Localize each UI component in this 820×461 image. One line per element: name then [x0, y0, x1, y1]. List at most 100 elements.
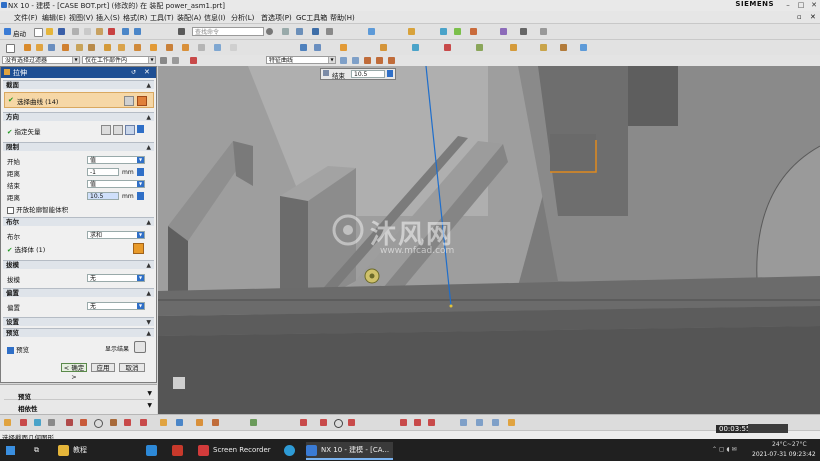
boolean-select[interactable]: 求和 ▼ — [87, 231, 145, 239]
point-snap-icon[interactable] — [364, 57, 371, 64]
trim-body-icon[interactable] — [198, 44, 205, 51]
maximize-icon[interactable]: □ — [797, 1, 805, 9]
dimension-icon[interactable] — [160, 419, 167, 426]
general-selection-icon[interactable] — [160, 57, 167, 64]
chevron-down-icon[interactable]: ▼ — [72, 57, 79, 63]
select-curve-row[interactable]: ✔ 选择曲线 (14) — [4, 92, 154, 108]
rectangle-icon[interactable] — [80, 419, 87, 426]
profile-icon[interactable] — [66, 419, 73, 426]
rotate-icon[interactable] — [34, 419, 41, 426]
settings-icon[interactable] — [323, 70, 329, 76]
fit-view-icon[interactable] — [326, 28, 333, 35]
settings-header[interactable]: 设置 ▼ — [3, 317, 154, 326]
chevron-down-icon[interactable]: ▼ — [137, 157, 144, 163]
wcs-icon[interactable] — [408, 28, 415, 35]
taskbar-app-project[interactable] — [172, 442, 187, 458]
menu-file[interactable]: 文件(F) — [14, 13, 38, 23]
subtract-icon[interactable] — [88, 44, 95, 51]
spinner-icon[interactable] — [137, 168, 144, 176]
vector-dialog-icon[interactable] — [113, 125, 123, 135]
curve-rule-select[interactable]: 特征曲线 ▼ — [266, 56, 336, 64]
reverse-direction-icon[interactable] — [101, 125, 111, 135]
pattern-curve-icon[interactable] — [476, 419, 483, 426]
revolve-icon[interactable] — [36, 44, 43, 51]
measure-icon[interactable] — [454, 28, 461, 35]
menu-assembly[interactable]: 装配(A) — [177, 13, 201, 23]
close-icon[interactable]: ✕ — [810, 1, 818, 9]
offset-curve-icon[interactable] — [460, 419, 467, 426]
dialog-close-icon[interactable]: ✕ — [144, 68, 150, 76]
start-menu-icon[interactable] — [6, 442, 20, 458]
move-icon[interactable] — [520, 28, 527, 35]
arc-icon[interactable] — [110, 419, 117, 426]
copy-icon[interactable] — [84, 28, 91, 35]
fillet-curve-icon[interactable] — [140, 419, 147, 426]
shell-icon[interactable] — [134, 44, 141, 51]
menu-view[interactable]: 视图(V) — [69, 13, 93, 23]
taskbar-app-folder[interactable]: 教程 — [58, 442, 87, 458]
toolbar-options-icon[interactable] — [540, 28, 547, 35]
boss-icon[interactable] — [62, 44, 69, 51]
show-result-icon[interactable] — [134, 341, 146, 353]
menu-tools[interactable]: 工具(T) — [150, 13, 174, 23]
constraint-icon[interactable] — [444, 44, 451, 51]
draft-icon[interactable] — [150, 44, 157, 51]
delete-icon[interactable] — [108, 28, 115, 35]
blend-icon[interactable] — [104, 44, 111, 51]
new-file-icon[interactable] — [34, 28, 43, 37]
view-front-icon[interactable] — [314, 44, 321, 51]
section-view-icon[interactable] — [470, 28, 477, 35]
gc-tools-icon[interactable] — [580, 44, 587, 51]
spinner-icon[interactable] — [137, 192, 144, 200]
start-icon[interactable] — [4, 28, 11, 35]
sketch-tool-icon[interactable] — [4, 419, 11, 426]
search-icon[interactable] — [266, 28, 273, 35]
paste-icon[interactable] — [96, 28, 103, 35]
sketch-section-icon[interactable] — [124, 96, 134, 106]
specify-vector-row[interactable]: ✔ 指定矢量 — [7, 126, 41, 136]
constraint-tool-icon[interactable] — [176, 419, 183, 426]
sketch-icon[interactable] — [6, 44, 15, 53]
cancel-button[interactable]: 取消 — [119, 363, 145, 372]
open-folder-icon[interactable] — [46, 28, 53, 35]
mirror-curve-icon[interactable] — [492, 419, 499, 426]
open-profile-checkbox[interactable] — [7, 206, 14, 214]
section-header[interactable]: 截面 ▲ — [3, 80, 154, 89]
chevron-down-icon[interactable]: ▼ — [147, 402, 152, 409]
follow-fillet-icon[interactable] — [352, 57, 359, 64]
extend-icon[interactable] — [212, 419, 219, 426]
chevron-up-icon[interactable]: ▲ — [146, 81, 151, 90]
end-distance-input[interactable]: 10.5 — [87, 192, 119, 200]
draft-select[interactable]: 无 ▼ — [87, 274, 145, 282]
command-finder-icon[interactable] — [178, 28, 185, 35]
preview-header[interactable]: 预览 ▲ — [3, 328, 154, 337]
pattern-icon[interactable] — [166, 44, 173, 51]
quick-trim-icon[interactable] — [400, 419, 407, 426]
chevron-up-icon[interactable]: ▲ — [146, 329, 151, 338]
end-type-select[interactable]: 值 ▼ — [87, 180, 145, 188]
circle-icon[interactable] — [94, 419, 103, 428]
chevron-up-icon[interactable]: ▲ — [146, 289, 151, 298]
type-filter-select[interactable]: 没有选择过滤器 ▼ — [2, 56, 80, 64]
line-icon[interactable] — [124, 419, 131, 426]
offset-face-icon[interactable] — [230, 44, 237, 51]
move-face-icon[interactable] — [540, 44, 547, 51]
mirror-icon[interactable] — [182, 44, 189, 51]
replace-face-icon[interactable] — [560, 44, 567, 51]
open-profile-row[interactable]: 开放轮廓智能体积 — [7, 204, 68, 214]
stop-at-intersection-icon[interactable] — [340, 57, 347, 64]
shaded-cube-icon[interactable] — [312, 28, 319, 35]
chevron-down-icon[interactable]: ▼ — [137, 275, 144, 281]
body-icon[interactable] — [133, 243, 144, 254]
chevron-down-icon[interactable]: ▼ — [137, 303, 144, 309]
menu-edit[interactable]: 编辑(E) — [42, 13, 66, 23]
select-all-icon[interactable] — [172, 57, 179, 64]
menu-insert[interactable]: 插入(S) — [96, 13, 120, 23]
analysis-icon[interactable] — [440, 28, 447, 35]
cut-icon[interactable] — [72, 28, 79, 35]
explode-icon[interactable] — [476, 44, 483, 51]
zoom-icon[interactable] — [48, 419, 55, 426]
make-corner-icon[interactable] — [428, 419, 435, 426]
snap-icon[interactable] — [500, 28, 507, 35]
selection-scope-select[interactable]: 仅在工作部件内 ▼ — [82, 56, 156, 64]
